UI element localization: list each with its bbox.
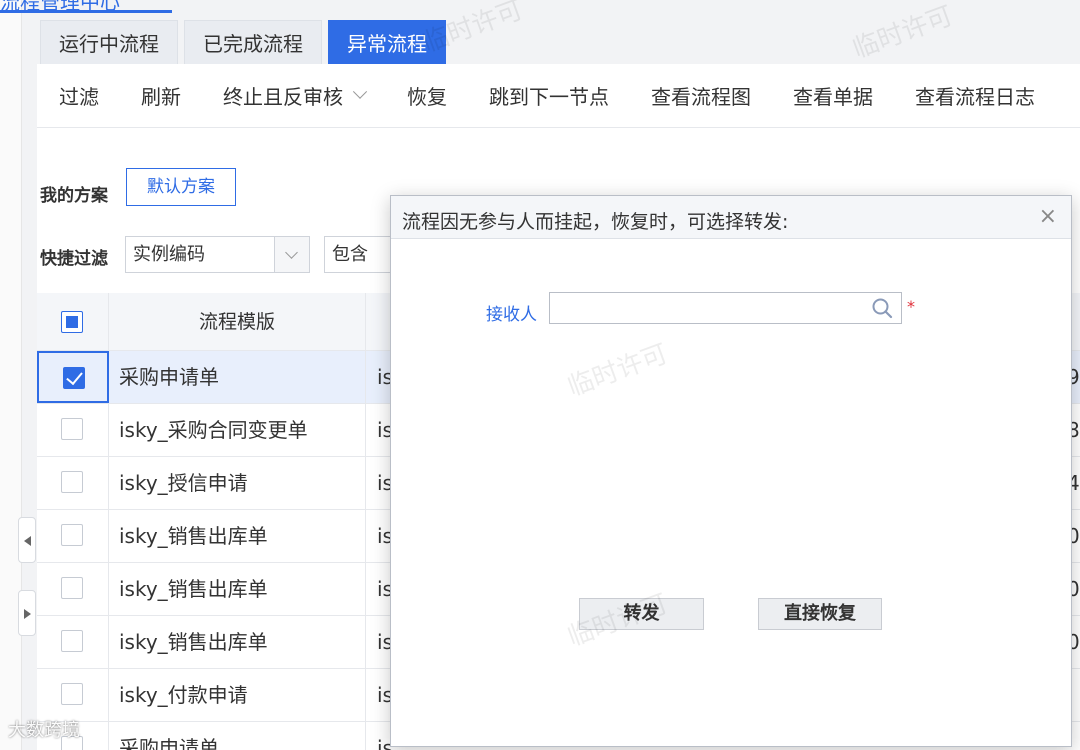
refresh-button[interactable]: 刷新 [119,81,181,110]
tab-bar: 运行中流程 已完成流程 异常流程 [40,20,446,64]
row-check-cell [37,669,109,721]
scheme-label: 我的方案 [40,186,108,206]
receiver-input[interactable] [549,292,902,324]
default-scheme-button[interactable]: 默认方案 [126,168,236,206]
row-template-name: isky_销售出库单 [109,563,366,615]
column-header-template: 流程模版 [109,293,366,350]
collapse-left-arrow-icon[interactable] [18,517,36,563]
tab-running[interactable]: 运行中流程 [40,20,178,64]
row-template-name: 采购申请单 [109,722,366,750]
restore-button[interactable]: 恢复 [385,81,447,110]
row-checkbox[interactable] [61,683,83,705]
row-checkbox[interactable] [63,367,85,389]
receiver-label: 接收人 [486,305,537,325]
left-gutter [0,0,22,750]
expand-right-arrow-icon[interactable] [18,590,36,636]
tab-abnormal[interactable]: 异常流程 [328,20,446,64]
select-all-checkbox[interactable] [61,311,83,333]
row-check-cell [37,404,109,456]
view-log-button[interactable]: 查看流程日志 [893,81,1035,110]
row-checkbox[interactable] [61,418,83,440]
view-flowchart-button[interactable]: 查看流程图 [629,81,751,110]
filter-field-value: 实例编码 [133,244,205,265]
row-template-name: isky_销售出库单 [109,510,366,562]
row-check-cell [37,351,109,403]
filter-field-select[interactable]: 实例编码 [125,236,310,273]
view-document-button[interactable]: 查看单据 [771,81,873,110]
row-check-cell [37,457,109,509]
quick-filter-label: 快捷过滤 [40,249,108,269]
terminate-button[interactable]: 终止且反审核 [201,81,368,110]
chevron-down-icon [352,84,368,99]
chevron-down-icon[interactable] [274,237,309,272]
row-check-cell [37,510,109,562]
row-checkbox[interactable] [61,524,83,546]
direct-restore-button[interactable]: 直接恢复 [758,598,882,630]
row-checkbox[interactable] [61,471,83,493]
corner-logo: 大数跨境 [8,720,80,741]
row-checkbox[interactable] [61,577,83,599]
jump-next-node-button[interactable]: 跳到下一节点 [467,81,609,110]
tab-completed[interactable]: 已完成流程 [184,20,322,64]
dialog-title: 流程因无参与人而挂起，恢复时，可选择转发: [402,211,789,233]
close-icon[interactable]: × [1039,204,1057,229]
required-mark: * [907,297,915,316]
forward-dialog: 流程因无参与人而挂起，恢复时，可选择转发: × 接收人 * 转发 直接恢复 [390,195,1072,747]
row-check-cell [37,563,109,615]
terminate-button-label: 终止且反审核 [223,85,343,109]
row-template-name: isky_付款申请 [109,669,366,721]
select-all-cell [37,293,109,350]
watermark: 临时许可 [848,0,957,65]
toolbar: 过滤 刷新 终止且反审核 恢复 跳到下一节点 查看流程图 查看单据 查看流程日志 [37,64,1080,128]
filter-operator-value: 包含 [332,244,368,265]
row-template-name: isky_授信申请 [109,457,366,509]
row-checkbox[interactable] [61,630,83,652]
row-template-name: 采购申请单 [109,351,366,403]
dialog-header: 流程因无参与人而挂起，恢复时，可选择转发: × [391,196,1071,239]
row-check-cell [37,616,109,668]
page-title-underline [0,10,172,13]
forward-button[interactable]: 转发 [579,598,704,630]
search-icon[interactable] [871,297,893,319]
row-template-name: isky_销售出库单 [109,616,366,668]
row-template-name: isky_采购合同变更单 [109,404,366,456]
filter-button[interactable]: 过滤 [37,81,99,110]
